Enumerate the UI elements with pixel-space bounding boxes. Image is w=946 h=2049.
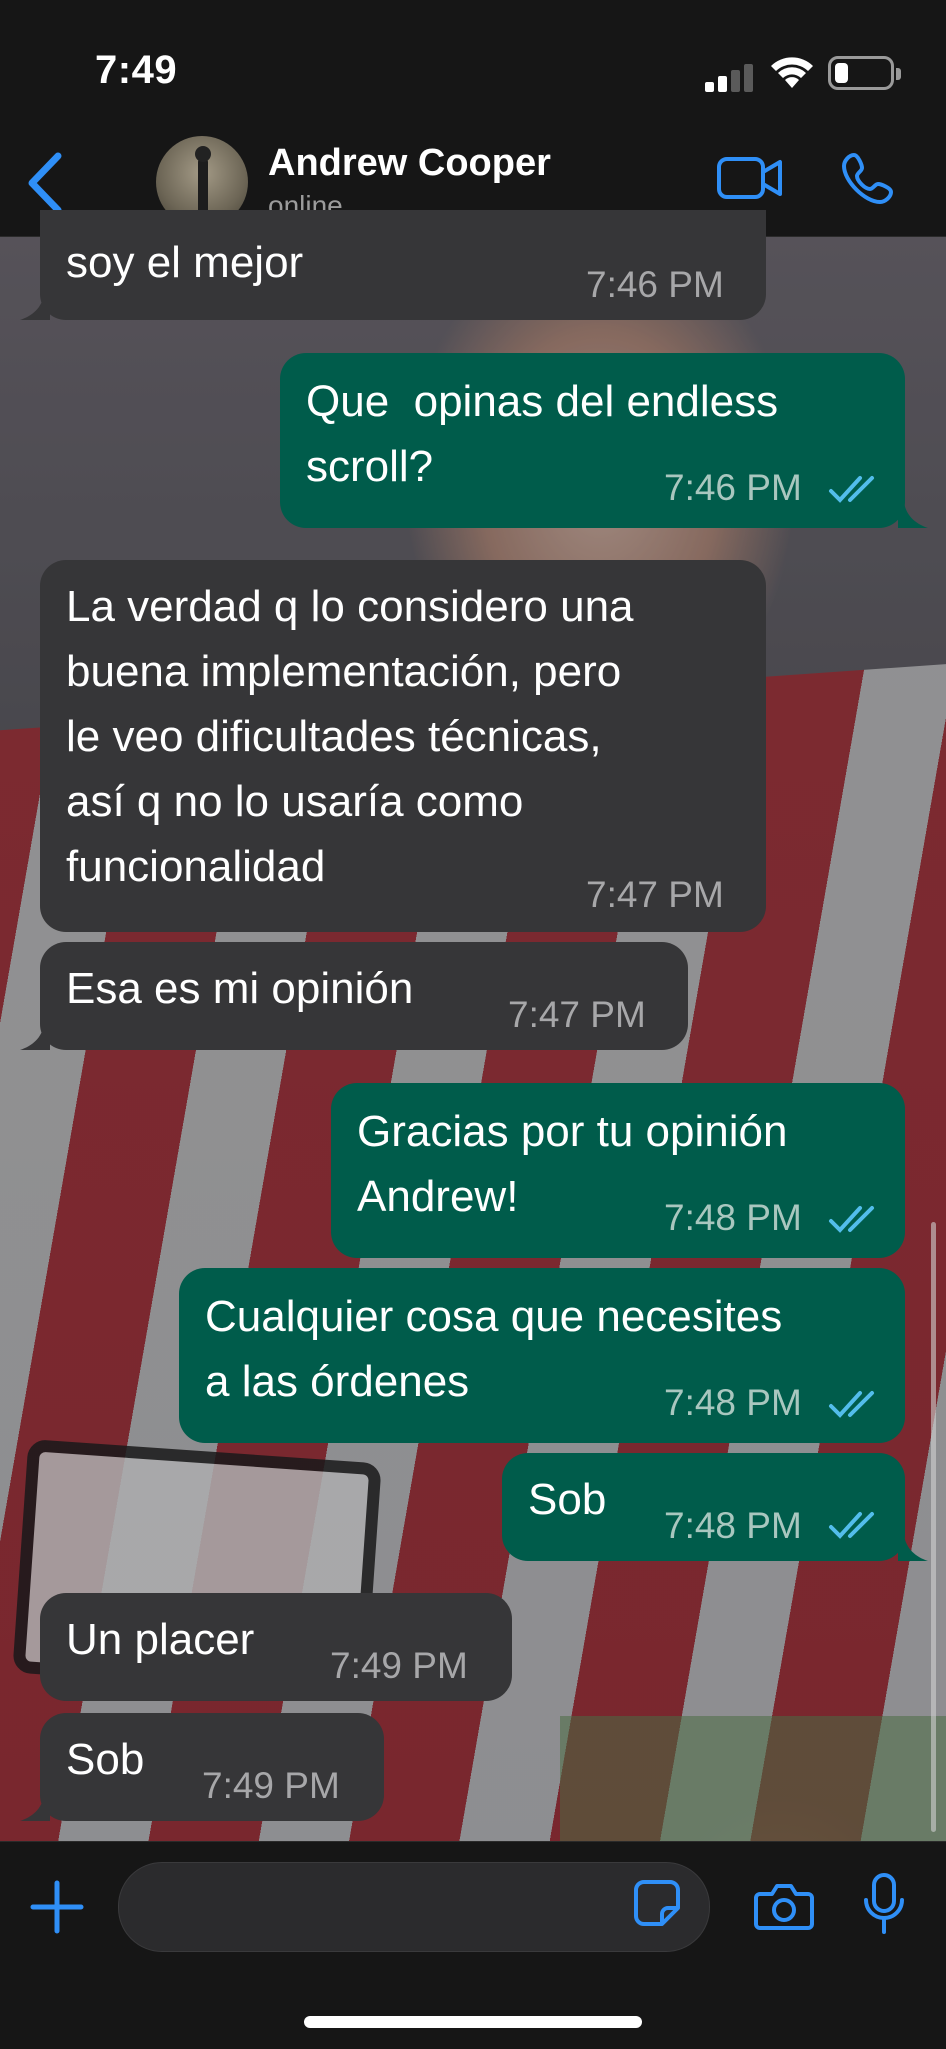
message-time: 7:48 PM bbox=[664, 1505, 802, 1546]
message-bubble-outgoing[interactable]: Cualquier cosa que necesites a las órden… bbox=[179, 1268, 905, 1443]
sticker-icon[interactable] bbox=[632, 1878, 682, 1928]
message-bubble-incoming[interactable]: Esa es mi opinión 7:47 PM bbox=[40, 942, 688, 1050]
message-time: 7:47 PM bbox=[586, 874, 724, 915]
message-bubble-incoming[interactable]: Sob 7:49 PM bbox=[40, 1713, 384, 1821]
read-receipt-icon bbox=[829, 1206, 874, 1233]
message-bubble-outgoing[interactable]: Que opinas del endless scroll? 7:46 PM bbox=[280, 353, 905, 528]
message-text: soy el mejor bbox=[66, 238, 304, 287]
bubble-tail bbox=[20, 1795, 50, 1821]
wifi-icon bbox=[771, 57, 813, 88]
message-time: 7:46 PM bbox=[586, 264, 724, 305]
message-bubble-outgoing[interactable]: Sob 7:48 PM bbox=[502, 1453, 905, 1561]
message-text: Un placer bbox=[66, 1615, 255, 1664]
home-indicator[interactable] bbox=[304, 2016, 642, 2028]
read-receipt-icon bbox=[829, 1512, 874, 1539]
message-time: 7:49 PM bbox=[202, 1765, 340, 1806]
message-bubble-incoming[interactable]: Un placer 7:49 PM bbox=[40, 1593, 512, 1701]
bubble-tail bbox=[898, 1535, 928, 1561]
microphone-icon[interactable] bbox=[862, 1872, 906, 1936]
video-call-icon[interactable] bbox=[716, 154, 784, 202]
message-bubble-incoming[interactable]: soy el mejor 7:46 PM bbox=[40, 210, 766, 320]
bubble-tail bbox=[20, 294, 50, 320]
contact-name[interactable]: Andrew Cooper bbox=[268, 142, 551, 185]
message-time: 7:49 PM bbox=[330, 1645, 468, 1686]
status-time: 7:49 bbox=[95, 48, 178, 92]
bubble-tail bbox=[898, 502, 928, 528]
message-text: Sob bbox=[66, 1735, 145, 1784]
message-text: La verdad q lo considero una buena imple… bbox=[66, 582, 634, 891]
scrollbar[interactable] bbox=[931, 1222, 936, 1832]
message-time: 7:48 PM bbox=[664, 1197, 802, 1238]
cellular-signal-icon bbox=[705, 62, 755, 92]
read-receipt-icon bbox=[829, 476, 874, 503]
message-bubble-outgoing[interactable]: Gracias por tu opinión Andrew! 7:48 PM bbox=[331, 1083, 905, 1258]
phone-icon[interactable] bbox=[840, 150, 896, 206]
message-time: 7:46 PM bbox=[664, 467, 802, 508]
battery-icon bbox=[828, 56, 901, 90]
status-bar: 7:49 bbox=[0, 0, 946, 130]
message-bubble-incoming[interactable]: La verdad q lo considero una buena imple… bbox=[40, 560, 766, 932]
message-time: 7:47 PM bbox=[508, 994, 646, 1035]
message-input[interactable] bbox=[118, 1862, 710, 1952]
message-text: Sob bbox=[528, 1475, 607, 1524]
bubble-tail bbox=[20, 1024, 50, 1050]
back-chevron-icon[interactable] bbox=[20, 146, 70, 220]
message-text: Esa es mi opinión bbox=[66, 964, 414, 1013]
plus-icon[interactable] bbox=[30, 1880, 84, 1934]
read-receipt-icon bbox=[829, 1391, 874, 1418]
message-time: 7:48 PM bbox=[664, 1382, 802, 1423]
camera-icon[interactable] bbox=[754, 1880, 814, 1932]
